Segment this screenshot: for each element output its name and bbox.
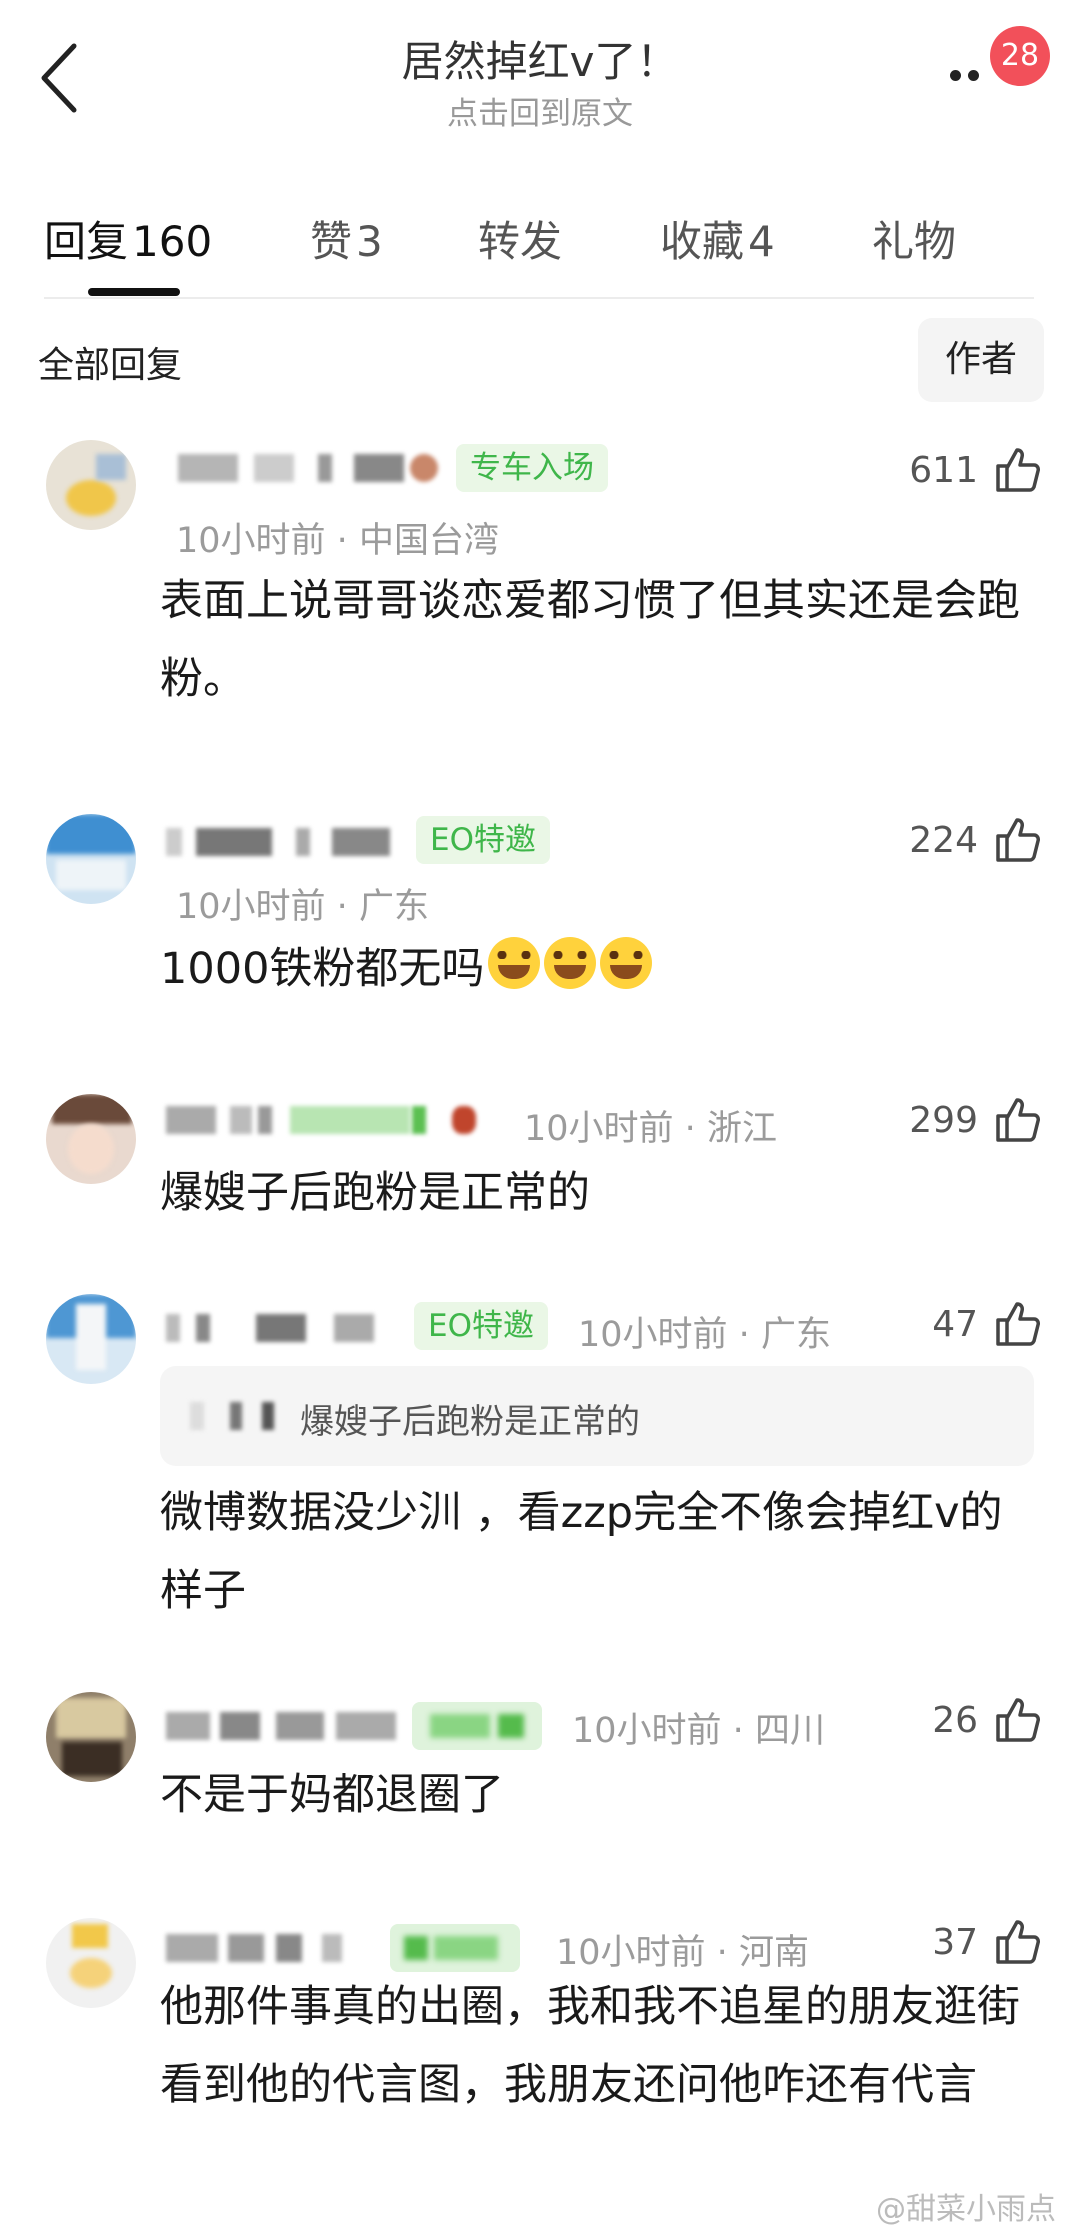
tab-count: 160 — [132, 217, 213, 266]
comment-location: 广东 — [358, 887, 429, 927]
like-count: 611 — [909, 450, 978, 491]
tab-bar: 回复160 赞3 转发 收藏4 礼物 — [0, 190, 1080, 300]
like-button[interactable]: 224 — [884, 814, 1044, 870]
comment-text: 1000铁粉都无吗 — [160, 930, 1040, 1008]
user-tag — [390, 1924, 520, 1972]
tab-replies[interactable]: 回复160 — [44, 208, 212, 269]
like-count: 47 — [932, 1304, 978, 1345]
back-to-original-link[interactable]: 点击回到原文 — [0, 88, 1080, 133]
comment-text: 他那件事真的出圈，我和我不追星的朋友逛街看到他的代言图，我朋友还问他咋还有代言 — [160, 1982, 1020, 2110]
tab-reposts[interactable]: 转发 — [478, 208, 562, 269]
like-count: 37 — [932, 1922, 978, 1963]
comment-location: 四川 — [754, 1711, 825, 1751]
thumbs-up-icon — [996, 1098, 1040, 1142]
comment-meta: 10小时前 · 广东 — [578, 1315, 831, 1355]
thumbs-up-icon — [996, 1698, 1040, 1742]
active-tab-indicator — [88, 288, 180, 296]
more-dots-icon[interactable] — [950, 70, 988, 82]
notification-badge[interactable]: 28 — [990, 26, 1050, 86]
like-count: 299 — [909, 1100, 978, 1141]
watermark: @甜菜小雨点 — [876, 2192, 1056, 2227]
user-tag — [412, 1702, 542, 1750]
quoted-text: 爆嫂子后跑粉是正常的 — [300, 1402, 640, 1442]
tab-label: 回复 — [44, 217, 129, 266]
username[interactable] — [166, 1706, 402, 1746]
thumbs-up-icon — [996, 1920, 1040, 1964]
comment-item: 10小时前 · 浙江 299 爆嫂子后跑粉是正常的 — [0, 1090, 1080, 1250]
comment-meta: 10小时前 · 中国台湾 — [176, 521, 499, 561]
thumbs-up-icon — [996, 818, 1040, 862]
comment-item: 10小时前 · 河南 37 他那件事真的出圈，我和我不追星的朋友逛街看到他的代言… — [0, 1914, 1080, 2214]
filter-bar: 全部回复 作者 — [0, 318, 1080, 406]
comment-text: 不是于妈都退圈了 — [160, 1770, 504, 1820]
username[interactable] — [166, 822, 406, 862]
username[interactable] — [166, 1308, 406, 1348]
tab-count: 4 — [748, 217, 775, 266]
comment-time: 10小时前 — [524, 1109, 674, 1149]
comment-text: 表面上说哥哥谈恋爱都习惯了但其实还是会跑粉。 — [160, 576, 1020, 704]
like-button[interactable]: 611 — [884, 444, 1044, 500]
comment-location: 中国台湾 — [358, 521, 499, 561]
comment-text-body: 1000铁粉都无吗 — [160, 944, 485, 994]
user-tag: 专车入场 — [456, 444, 608, 492]
user-tag: EO特邀 — [414, 1302, 548, 1350]
comment-meta: 10小时前 · 广东 — [176, 887, 429, 927]
comment-meta: 10小时前 · 四川 — [572, 1711, 825, 1751]
comment-text: 微博数据没少汌 ，看zzp完全不像会掉红v的样子 — [160, 1488, 1003, 1616]
comment-time: 10小时前 — [176, 521, 326, 561]
quoted-username — [190, 1396, 290, 1436]
avatar[interactable] — [46, 1692, 136, 1782]
all-replies-label[interactable]: 全部回复 — [38, 336, 182, 388]
author-filter-button[interactable]: 作者 — [918, 318, 1044, 402]
tab-label: 赞 — [310, 217, 353, 266]
avatar[interactable] — [46, 1918, 136, 2008]
laughing-tears-emoji — [488, 937, 541, 989]
post-title[interactable]: 居然掉红v了！ — [0, 28, 1080, 89]
like-button[interactable]: 26 — [884, 1694, 1044, 1750]
laughing-tears-emoji — [544, 937, 597, 989]
quoted-reply[interactable]: 爆嫂子后跑粉是正常的 — [160, 1366, 1034, 1466]
username[interactable] — [166, 1100, 476, 1140]
laughing-tears-emoji — [600, 937, 653, 989]
top-bar: 居然掉红v了！ 点击回到原文 28 — [0, 0, 1080, 160]
like-count: 26 — [932, 1700, 978, 1741]
tab-gifts[interactable]: 礼物 — [872, 208, 956, 269]
avatar[interactable] — [46, 440, 136, 530]
comment-item: EO特邀 10小时前 · 广东 47 爆嫂子后跑粉是正常的 微博数据没少汌 ，看… — [0, 1294, 1080, 1616]
comment-text: 爆嫂子后跑粉是正常的 — [160, 1168, 590, 1218]
comment-time: 10小时前 — [578, 1315, 728, 1355]
tab-favorites[interactable]: 收藏4 — [660, 208, 775, 269]
comment-item: 10小时前 · 四川 26 不是于妈都退圈了 — [0, 1690, 1080, 1850]
comment-time: 10小时前 — [176, 887, 326, 927]
like-button[interactable]: 47 — [884, 1298, 1044, 1354]
comment-location: 河南 — [738, 1933, 809, 1973]
like-button[interactable]: 299 — [884, 1094, 1044, 1150]
divider — [44, 297, 1034, 299]
comment-item: EO特邀 10小时前 · 广东 224 1000铁粉都无吗 — [0, 800, 1080, 1000]
like-count: 224 — [909, 820, 978, 861]
comment-location: 浙江 — [706, 1109, 777, 1149]
avatar[interactable] — [46, 814, 136, 904]
comment-location: 广东 — [760, 1315, 831, 1355]
thumbs-up-icon — [996, 448, 1040, 492]
comment-item: 专车入场 10小时前 · 中国台湾 611 表面上说哥哥谈恋爱都习惯了但其实还是… — [0, 430, 1080, 730]
comment-time: 10小时前 — [572, 1711, 722, 1751]
username[interactable] — [166, 1928, 376, 1968]
tab-count: 3 — [356, 217, 383, 266]
tab-label: 礼物 — [872, 217, 957, 266]
like-button[interactable]: 37 — [884, 1916, 1044, 1972]
comment-meta: 10小时前 · 浙江 — [524, 1109, 777, 1149]
thumbs-up-icon — [996, 1302, 1040, 1346]
tab-likes[interactable]: 赞3 — [310, 208, 383, 269]
avatar[interactable] — [46, 1094, 136, 1184]
username[interactable] — [178, 448, 438, 488]
comment-time: 10小时前 — [556, 1933, 706, 1973]
tab-label: 收藏 — [660, 217, 745, 266]
avatar[interactable] — [46, 1294, 136, 1384]
tab-label: 转发 — [478, 217, 563, 266]
user-tag: EO特邀 — [416, 816, 550, 864]
